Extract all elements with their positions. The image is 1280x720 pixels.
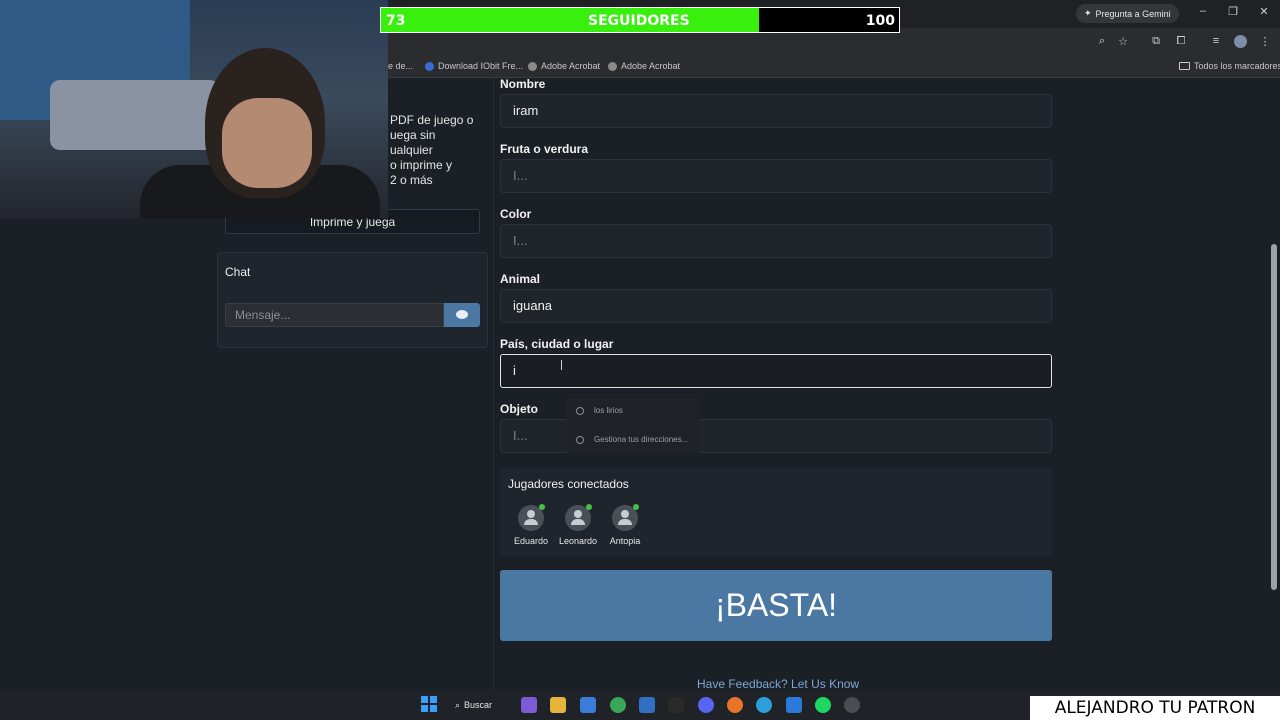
color-input[interactable]: I...: [500, 224, 1052, 258]
discord-icon[interactable]: [698, 697, 714, 713]
streamer-watermark: ALEJANDRO TU PATRON: [1030, 696, 1280, 720]
scrollbar-thumb[interactable]: [1271, 244, 1277, 590]
field-label-objeto: Objeto: [500, 402, 538, 416]
bookmark-item[interactable]: Adobe Acrobat: [528, 61, 600, 71]
app-icon[interactable]: [844, 697, 860, 713]
file-explorer-icon[interactable]: [550, 697, 566, 713]
sparkle-icon: ✦: [1084, 8, 1092, 18]
star-icon[interactable]: ☆: [1115, 35, 1131, 48]
copilot-icon[interactable]: [521, 697, 537, 713]
zoom-icon[interactable]: ⌕: [1094, 35, 1110, 48]
translate-icon[interactable]: ⧉: [1148, 35, 1164, 48]
feedback-link[interactable]: Have Feedback? Let Us Know: [697, 677, 859, 691]
pais-input[interactable]: i: [500, 354, 1052, 388]
gemini-button[interactable]: ✦ Pregunta a Gemini: [1076, 4, 1179, 23]
calendar-icon[interactable]: [786, 697, 802, 713]
close-window-button[interactable]: ✕: [1254, 5, 1274, 18]
field-label-pais: País, ciudad o lugar: [500, 337, 614, 351]
epic-games-icon[interactable]: [668, 697, 684, 713]
user-avatar-icon: [518, 504, 545, 531]
user-avatar-icon: [612, 504, 639, 531]
game-description: PDF de juego o uega sin ualquier o impri…: [390, 113, 474, 187]
animal-input[interactable]: iguana: [500, 289, 1052, 323]
field-label-nombre: Nombre: [500, 77, 546, 91]
autocomplete-item[interactable]: los lirios: [576, 406, 623, 415]
spotify-icon[interactable]: [815, 697, 831, 713]
bookmark-item[interactable]: Adobe Acrobat: [608, 61, 680, 71]
field-label-fruta: Fruta o verdura: [500, 142, 589, 156]
text-cursor: [561, 360, 562, 370]
field-label-animal: Animal: [500, 272, 541, 286]
follower-current-count: 73: [386, 13, 406, 29]
field-label-color: Color: [500, 207, 532, 221]
firefox-icon[interactable]: [727, 697, 743, 713]
reading-list-icon[interactable]: ≡: [1208, 35, 1224, 47]
user-avatar-icon: [565, 504, 592, 531]
settings-icon: [576, 435, 584, 444]
globe-icon: [608, 61, 617, 71]
taskbar-search[interactable]: ⌕ Buscar: [455, 696, 492, 714]
manage-addresses-item[interactable]: Gestiona tus direcciones...: [576, 435, 688, 444]
profile-avatar[interactable]: [1234, 35, 1247, 48]
column-divider: [493, 78, 494, 690]
online-status-icon: [633, 504, 639, 510]
search-icon: ⌕: [455, 699, 461, 710]
online-status-icon: [586, 504, 592, 510]
all-bookmarks[interactable]: Todos los marcadores: [1179, 61, 1280, 71]
chat-title: Chat: [225, 265, 251, 279]
store-icon[interactable]: [580, 697, 596, 713]
iobit-icon: [425, 61, 434, 71]
online-status-icon: [539, 504, 545, 510]
edge-icon[interactable]: [756, 697, 772, 713]
player-card: Leonardo: [558, 504, 598, 546]
autocomplete-dropdown: los lirios Gestiona tus direcciones...: [566, 398, 700, 454]
webcam-overlay: [0, 0, 388, 218]
follower-label: SEGUIDORES: [588, 13, 690, 29]
mail-icon[interactable]: [639, 697, 655, 713]
follower-progress-fill: [381, 8, 760, 32]
player-card: Antopia: [605, 504, 645, 546]
restore-button[interactable]: ❐: [1223, 5, 1243, 18]
globe-icon: [528, 61, 537, 71]
bookmark-item[interactable]: e de...: [388, 61, 413, 71]
location-icon: [576, 406, 584, 415]
windows-start-icon[interactable]: [421, 696, 437, 712]
follower-goal-bar: 73 SEGUIDORES 100: [380, 7, 900, 33]
extensions-icon[interactable]: ⧠: [1173, 35, 1189, 48]
folder-icon: [1179, 62, 1190, 70]
fruta-input[interactable]: I...: [500, 159, 1052, 193]
bookmark-item[interactable]: Download IObit Fre...: [425, 61, 523, 71]
follower-goal-count: 100: [865, 13, 895, 29]
chat-panel: [217, 252, 488, 348]
basta-button[interactable]: ¡BASTA!: [500, 570, 1052, 641]
chat-send-button[interactable]: [444, 303, 480, 327]
menu-dots-icon[interactable]: ⋮: [1257, 35, 1273, 48]
minimize-button[interactable]: –: [1193, 5, 1213, 17]
nombre-input[interactable]: iram: [500, 94, 1052, 128]
connected-players-title: Jugadores conectados: [508, 477, 629, 491]
chrome-icon[interactable]: [610, 697, 626, 713]
player-card: Eduardo: [511, 504, 551, 546]
chat-message-input[interactable]: Mensaje...: [225, 303, 444, 327]
